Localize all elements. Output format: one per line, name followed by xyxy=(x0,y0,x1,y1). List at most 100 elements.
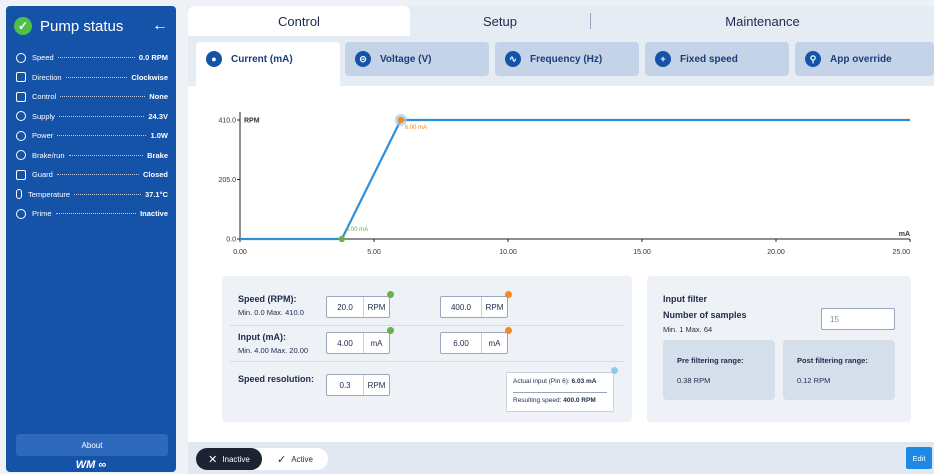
input-max-field[interactable]: 6.00 mA xyxy=(440,332,508,354)
min-point-marker xyxy=(387,291,394,298)
pre-filtering-card: Pre filtering range: 0.38 RPM xyxy=(663,340,775,400)
pump-status-sidebar: ✓ Pump status ← Speed 0.0 RPM Direction Cl… xyxy=(6,6,176,472)
y-tick-label: 410.0 xyxy=(218,118,236,125)
actual-input-readout: Actual input (Pin 6): 6.03 mA xyxy=(513,378,596,385)
frequency-icon: ∿ xyxy=(505,51,521,67)
tab-fixed-speed[interactable]: + Fixed speed xyxy=(645,42,789,76)
input-label: Input (mA): xyxy=(238,332,286,342)
app-override-icon: ⚲ xyxy=(805,51,821,67)
actual-input-value: 6.03 mA xyxy=(571,378,597,385)
annotation-label: 4.00 mA xyxy=(346,227,368,233)
guard-icon xyxy=(16,169,26,180)
tab-frequency[interactable]: ∿ Frequency (Hz) xyxy=(495,42,639,76)
status-value: 37.1°C xyxy=(144,189,168,199)
divider xyxy=(230,325,624,326)
status-label: Control xyxy=(32,92,57,102)
field-unit: mA xyxy=(363,333,389,353)
status-row-guard: Guard Closed xyxy=(6,165,176,185)
max-point-marker xyxy=(505,327,512,334)
power-icon xyxy=(16,130,26,141)
x-tick-label: 15.00 xyxy=(633,249,651,256)
wm-logo: WM ∞ xyxy=(6,459,176,471)
status-value: 24.3V xyxy=(148,111,168,121)
tab-app-override[interactable]: ⚲ App override xyxy=(795,42,934,76)
field-value: 15 xyxy=(830,314,839,324)
status-label: Temperature xyxy=(28,189,71,199)
x-tick-label: 10.00 xyxy=(499,249,517,256)
speed-min-field[interactable]: 20.0 RPM xyxy=(326,296,390,318)
post-filtering-card: Post filtering range: 0.12 RPM xyxy=(783,340,895,400)
main-content: Control Setup Maintenance ● Current (mA) … xyxy=(188,6,934,442)
resolution-label: Speed resolution: xyxy=(238,374,315,384)
status-label: Prime xyxy=(32,209,52,219)
field-unit: mA xyxy=(481,333,507,353)
post-filter-label: Post filtering range: xyxy=(797,356,868,365)
about-button[interactable]: About xyxy=(16,434,168,456)
active-label: Active xyxy=(291,454,313,464)
samples-label: Number of samples xyxy=(663,310,747,320)
y-tick-label: 0.0 xyxy=(226,237,236,244)
status-row-brake: Brake/run Brake xyxy=(6,146,176,166)
status-value: Closed xyxy=(142,170,168,180)
input-filter-panel: Input filter Number of samples Min. 1 Ma… xyxy=(647,276,911,422)
annotation-point xyxy=(338,235,346,243)
field-value: 6.00 xyxy=(453,338,469,348)
control-icon xyxy=(16,91,26,102)
field-unit: RPM xyxy=(481,297,507,317)
min-point-marker xyxy=(387,327,394,334)
tab-label: Frequency (Hz) xyxy=(530,53,603,65)
field-value: 400.0 xyxy=(450,302,472,312)
field-unit: RPM xyxy=(363,375,389,395)
series-line xyxy=(240,118,910,241)
live-point-marker xyxy=(611,367,618,374)
sidebar-title: Pump status xyxy=(40,17,124,35)
direction-icon xyxy=(16,72,26,83)
speed-max-field[interactable]: 400.0 RPM xyxy=(440,296,508,318)
voltage-icon: ⊝ xyxy=(355,51,371,67)
status-row-temperature: Temperature 37.1°C xyxy=(6,185,176,205)
status-row-prime: Prime Inactive xyxy=(6,204,176,224)
status-value: 0.0 RPM xyxy=(138,53,168,63)
status-row-direction: Direction Clockwise xyxy=(6,68,176,88)
post-filter-value: 0.12 RPM xyxy=(797,376,831,385)
tab-setup[interactable]: Setup xyxy=(410,6,590,36)
supply-icon xyxy=(16,111,26,122)
speed-icon xyxy=(16,52,26,63)
x-tick-label: 20.00 xyxy=(767,249,785,256)
status-row-control: Control None xyxy=(6,87,176,107)
pre-filter-label: Pre filtering range: xyxy=(677,356,744,365)
current-icon: ● xyxy=(206,51,222,67)
inactive-label: Inactive xyxy=(222,454,250,464)
tab-maintenance[interactable]: Maintenance xyxy=(591,6,934,36)
check-icon: ✓ xyxy=(276,453,287,466)
active-toggle[interactable]: ✕ Inactive ✓ Active xyxy=(196,448,328,470)
tab-voltage[interactable]: ⊝ Voltage (V) xyxy=(345,42,489,76)
status-row-speed: Speed 0.0 RPM xyxy=(6,48,176,68)
settings-panel: Speed (RPM): Min. 0.0 Max. 410.0 20.0 RPM… xyxy=(222,276,632,422)
live-result-box: Actual input (Pin 6): 6.03 mA Resulting … xyxy=(506,372,614,412)
actual-input-label: Actual input (Pin 6): xyxy=(513,378,570,385)
y-axis-label: RPM xyxy=(244,118,260,125)
top-tabs: Control Setup Maintenance xyxy=(188,6,934,36)
tab-label: App override xyxy=(830,53,892,65)
resulting-speed-readout: Resulting speed: 400.0 RPM xyxy=(513,397,596,404)
status-value: Clockwise xyxy=(131,72,168,82)
x-tick-label: 5.00 xyxy=(367,249,381,256)
tab-control[interactable]: Control xyxy=(188,6,410,36)
bottom-bar: ✕ Inactive ✓ Active Edit xyxy=(188,442,934,474)
input-range: Min. 4.00 Max. 20.00 xyxy=(238,346,309,355)
back-arrow-icon[interactable]: ← xyxy=(152,17,168,35)
prime-icon xyxy=(16,208,26,219)
samples-range: Min. 1 Max. 64 xyxy=(663,325,713,334)
samples-input[interactable]: 15 xyxy=(821,308,895,330)
resolution-field[interactable]: 0.3 RPM xyxy=(326,374,390,396)
edit-button[interactable]: Edit xyxy=(906,447,932,469)
status-label: Speed xyxy=(32,53,54,63)
active-option[interactable]: ✓ Active xyxy=(262,448,328,470)
tab-label: Voltage (V) xyxy=(380,53,432,65)
field-value: 20.0 xyxy=(337,302,353,312)
input-min-field[interactable]: 4.00 mA xyxy=(326,332,390,354)
tab-label: Current (mA) xyxy=(231,53,293,65)
inactive-option[interactable]: ✕ Inactive xyxy=(196,448,262,470)
tab-current[interactable]: ● Current (mA) xyxy=(196,42,340,86)
